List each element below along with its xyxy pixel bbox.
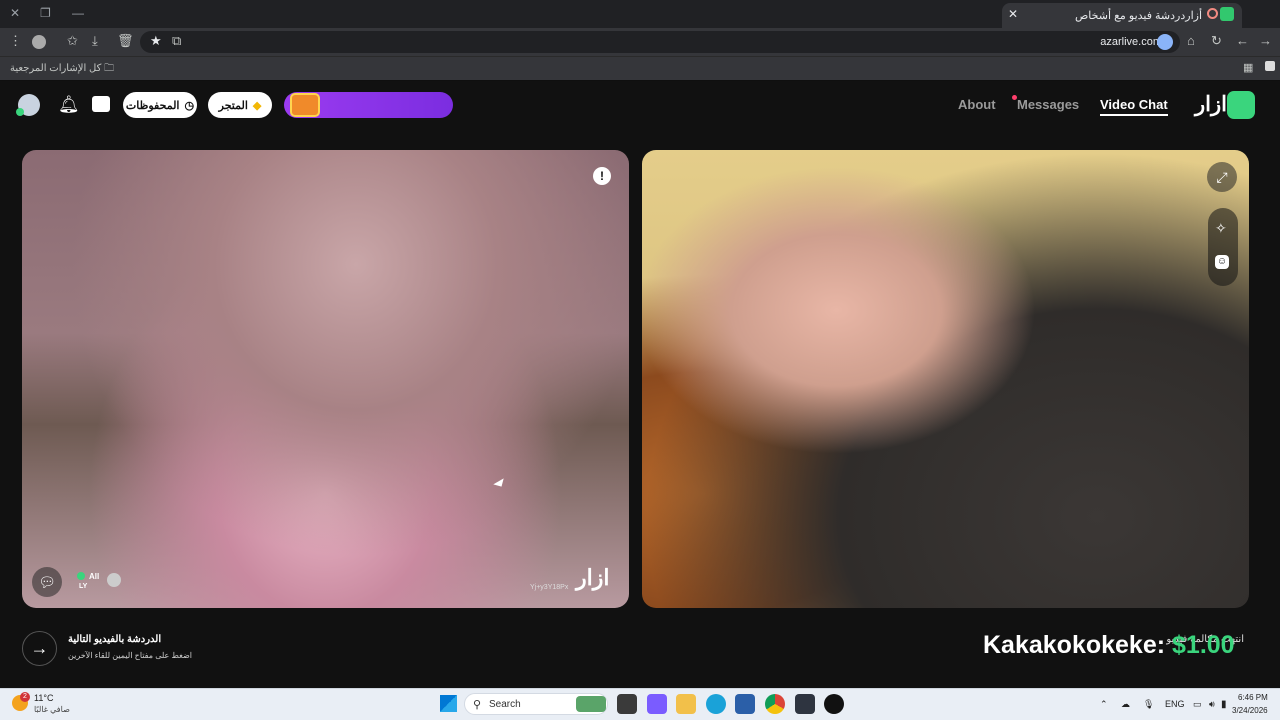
file-explorer-icon[interactable] (676, 694, 696, 714)
person-icon[interactable] (107, 573, 121, 587)
delete-icon[interactable]: 🗑 (117, 33, 134, 49)
extensions-icon[interactable]: ✩ (67, 33, 78, 49)
windows-taskbar (0, 688, 1280, 720)
search-highlight-icon (576, 696, 606, 712)
chrome-icon[interactable] (765, 694, 785, 714)
gift-box-icon (290, 93, 320, 117)
gift-sender: Kakakokokeke: (983, 631, 1166, 659)
nav-video-chat[interactable]: Video Chat (1100, 97, 1168, 116)
search-text: Search (489, 699, 521, 710)
menu-icon[interactable]: ⋮ (9, 33, 22, 49)
partner-video (642, 150, 1249, 608)
display-icon[interactable]: ▭ (1193, 699, 1202, 710)
task-view-icon[interactable] (617, 694, 637, 714)
magic-wand-icon[interactable]: ✧ (1215, 220, 1227, 237)
gender-filter-icon (77, 572, 85, 580)
face-sticker-icon[interactable]: ☺ (1215, 255, 1229, 269)
arrow-right-icon: → (30, 638, 49, 658)
restore-window-icon[interactable]: ❐ (40, 6, 51, 20)
tab-grid-icon[interactable]: ▦ (1243, 61, 1253, 74)
edge-icon[interactable] (706, 694, 726, 714)
video-watermark: ازار (576, 565, 610, 590)
chat-bubble-icon[interactable]: 💬︎ (32, 567, 62, 597)
next-chat-button[interactable]: → (22, 631, 57, 666)
all-bookmarks-link[interactable]: 🗀 كل الإشارات المرجعية (10, 61, 114, 78)
saved-button[interactable]: ◷ المحفوظات (123, 92, 197, 118)
store-icon[interactable] (735, 694, 755, 714)
country-code: LY (79, 583, 88, 590)
recorder-icon[interactable] (824, 694, 844, 714)
microphone-icon[interactable]: 🎙︎ (1143, 699, 1154, 710)
home-icon[interactable]: ⌂ (1187, 33, 1195, 48)
download-icon[interactable]: ⤓ (92, 33, 98, 49)
copilot-icon[interactable] (647, 694, 667, 714)
weather-desc: صافي غالبًا (34, 705, 70, 714)
azar-favicon-icon (1220, 7, 1234, 21)
online-status-icon (16, 108, 24, 116)
side-panel-icon[interactable] (1265, 61, 1275, 71)
store-label: المتجر (218, 99, 248, 112)
weather-temp: 11°C (34, 693, 54, 703)
reload-icon[interactable]: ↻ (1211, 33, 1222, 49)
recording-icon (1207, 8, 1218, 19)
volume-icon[interactable]: 🔊︎ (1209, 699, 1215, 710)
bookmark-star-icon[interactable]: ★ (150, 33, 162, 49)
close-window-icon[interactable]: ✕ (10, 6, 20, 20)
bell-icon[interactable]: 🔔︎ (58, 95, 80, 115)
promo-banner[interactable] (284, 92, 453, 118)
notification-badge: 2 (20, 692, 30, 702)
back-icon[interactable]: ← (1236, 33, 1249, 48)
filter-label: All (89, 572, 100, 581)
tab-title: أزاردردشة فيديو مع أشخاص (1075, 10, 1202, 22)
address-bar[interactable] (140, 31, 1180, 53)
gift-amount: $1.00 (1172, 631, 1235, 659)
app-logo[interactable]: ازار (1195, 92, 1227, 117)
folder-icon: 🗀 (101, 63, 115, 74)
profile-icon[interactable] (32, 35, 46, 49)
minimize-window-icon[interactable]: — (72, 6, 84, 20)
forward-icon[interactable]: → (1259, 33, 1272, 48)
all-bookmarks-label: كل الإشارات المرجعية (10, 63, 102, 74)
browser-tab[interactable]: أزاردردشة فيديو مع أشخاص ✕ (1002, 3, 1242, 28)
azar-logo-icon[interactable] (1227, 91, 1255, 119)
report-icon[interactable]: ! (593, 167, 611, 185)
store-button[interactable]: ◆ المتجر (208, 92, 272, 118)
url-text[interactable]: azarlive.com (1100, 36, 1162, 48)
chevron-up-icon[interactable]: ⌃ (1100, 699, 1108, 710)
next-chat-title: الدردشة بالفيديو التالية (68, 634, 162, 645)
site-info-icon[interactable] (1157, 34, 1173, 50)
cloud-icon[interactable]: ☁ (1121, 699, 1130, 710)
watermark-id: Yj+y3Y18Px (530, 584, 569, 591)
app-icon[interactable] (795, 694, 815, 714)
nav-about[interactable]: About (958, 97, 996, 112)
gift-overlay: Kakakokokeke: $1.00 (983, 631, 1235, 660)
filter-badge[interactable]: All LY (77, 572, 101, 594)
search-icon: ⚲ (473, 699, 482, 711)
inbox-icon[interactable] (92, 96, 110, 112)
install-app-icon[interactable]: ⧉ (172, 33, 181, 49)
clock-date[interactable]: 3/24/2026 (1232, 706, 1268, 715)
bookmarks-bar (0, 56, 1280, 80)
clock-time[interactable]: 6:46 PM (1238, 693, 1268, 702)
saved-label: المحفوظات (125, 99, 180, 112)
local-video (22, 150, 629, 608)
tab-close-icon[interactable]: ✕ (1008, 7, 1018, 21)
battery-icon[interactable]: ▮ (1221, 699, 1227, 710)
clock-icon: ◷ (184, 99, 195, 112)
next-chat-hint: اضغط على مفتاح اليمين للقاء الآخرين (68, 651, 193, 660)
windows-start-icon[interactable] (440, 695, 457, 712)
language-indicator[interactable]: ENG (1165, 699, 1185, 709)
nav-messages[interactable]: Messages (1017, 97, 1079, 112)
expand-icon[interactable]: ⤢ (1207, 162, 1237, 192)
gem-icon: ◆ (252, 99, 262, 112)
